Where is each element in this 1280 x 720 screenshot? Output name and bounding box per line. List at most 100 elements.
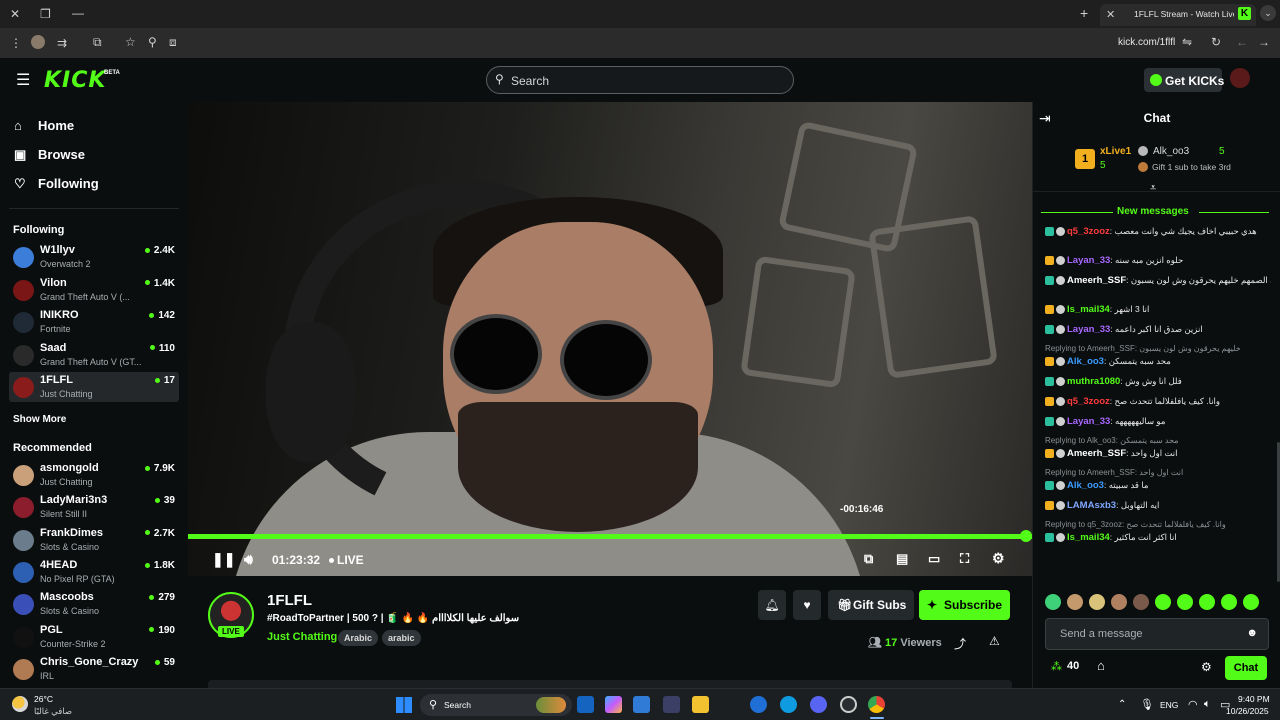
emoji-icon[interactable]: ☻ <box>1246 627 1258 639</box>
settings-icon[interactable]: ⚙ <box>992 550 1005 567</box>
chat-message[interactable]: q5_3zooz: وانا. كيف يافلفلالما تتحدث صح <box>1045 396 1271 407</box>
chrome-icon[interactable] <box>868 696 885 713</box>
forward-icon[interactable]: ← <box>1236 35 1248 49</box>
chat-message[interactable]: muthra1080: فلل انا وش وش <box>1045 376 1271 387</box>
sidebar-channel[interactable]: Saad Grand Theft Auto V (GT... 110 <box>9 340 179 370</box>
search-input[interactable]: ⚲ Search <box>486 66 794 94</box>
chat-send-button[interactable]: Chat <box>1225 656 1267 680</box>
chat-message[interactable]: Alk_oo3: محد سبه يتمسكن <box>1045 356 1271 367</box>
language-indicator[interactable]: ENG <box>1160 700 1178 710</box>
share-page-icon[interactable]: ⧈ <box>169 35 177 49</box>
taskbar-search[interactable]: ⚲ Search <box>420 694 572 716</box>
microphone-icon[interactable]: 🎙︎ <box>1140 698 1154 711</box>
sidebar-channel[interactable]: INIKRO Fortnite 142 <box>9 307 179 337</box>
tag-arabic[interactable]: arabic <box>382 630 421 646</box>
show-more-link[interactable]: Show More <box>13 414 66 425</box>
url-text[interactable]: kick.com/1flfl <box>1118 37 1176 48</box>
chat-settings-icon[interactable]: ⚙ <box>1201 660 1212 674</box>
discord-icon[interactable] <box>810 696 827 713</box>
sidebar-channel[interactable]: 4HEAD No Pixel RP (GTA) 1.8K <box>9 557 179 587</box>
chat-message[interactable]: q5_3zooz: هدي حبيبي اخاف يجيك شي وانت مع… <box>1045 226 1271 237</box>
wifi-icon[interactable]: ◠ <box>1188 698 1198 711</box>
sidebar-channel[interactable]: LadyMari3n3 Silent Still II 39 <box>9 492 179 522</box>
zoom-icon[interactable]: ⚲ <box>148 35 157 49</box>
chat-username[interactable]: Alk_oo3 <box>1067 356 1104 367</box>
chat-message[interactable]: Is_mail34: انا 3 اشهر <box>1045 304 1271 315</box>
gift-leaderboard[interactable]: 1 xLive1 5 Alk_oo3 5 Gift 1 sub to take … <box>1033 142 1280 192</box>
emote-icon[interactable] <box>1243 594 1259 610</box>
chat-message[interactable]: Ameerh_SSF: ما عاش ولا كان الي يسبك الصم… <box>1045 275 1271 286</box>
volume-icon[interactable]: 🔊︎ <box>244 551 253 568</box>
emote-icon[interactable] <box>1199 594 1215 610</box>
chat-username[interactable]: Alk_oo3 <box>1067 480 1104 491</box>
edge-icon[interactable] <box>780 696 797 713</box>
fullscreen-icon[interactable]: ⛶ <box>960 551 969 567</box>
reload-icon[interactable]: ↻ <box>1211 35 1221 49</box>
store-icon[interactable] <box>663 696 680 713</box>
file-explorer-icon[interactable] <box>692 696 709 713</box>
sidebar-channel[interactable]: asmongold Just Chatting 7.9K <box>9 460 179 490</box>
streamer-name[interactable]: 1FLFL <box>267 592 312 609</box>
profile-icon[interactable] <box>31 35 45 49</box>
chat-message[interactable]: Layan_33: مو ساليهههههه <box>1045 416 1271 427</box>
sidebar-channel[interactable]: Mascoobs Slots & Casino 279 <box>9 589 179 619</box>
outlook-icon[interactable] <box>577 696 594 713</box>
tab-active[interactable]: ✕ 1FLFL Stream - Watch Live o K <box>1100 4 1256 26</box>
clock-time[interactable]: 9:40 PM <box>1238 694 1270 704</box>
user-avatar[interactable] <box>1230 68 1250 88</box>
subscribe-button[interactable]: ✦ Subscribe <box>919 590 1010 620</box>
emote-icon[interactable] <box>1067 594 1083 610</box>
chat-message[interactable]: LAMAsxb3: ايه التهاوبل <box>1045 500 1271 511</box>
chat-username[interactable]: Layan_33 <box>1067 255 1110 266</box>
close-tab-icon[interactable]: ✕ <box>1106 8 1115 22</box>
send-message-input[interactable]: Send a message ☻ <box>1045 618 1269 650</box>
seek-bar[interactable] <box>188 530 1032 542</box>
emote-icon[interactable] <box>1089 594 1105 610</box>
copilot-icon[interactable] <box>605 696 622 713</box>
sidebar-channel[interactable]: Chris_Gone_Crazy IRL 59 <box>9 654 179 684</box>
restore-icon[interactable]: ❐ <box>40 7 51 21</box>
kick-logo[interactable]: KICK <box>44 68 106 93</box>
close-window-icon[interactable]: ✕ <box>10 7 20 21</box>
sidebar-channel[interactable]: PGL Counter-Strike 2 190 <box>9 622 179 652</box>
chat-message[interactable]: Is_mail34: انا اكثر انت ماكثير <box>1045 532 1271 543</box>
chat-message[interactable]: Alk_oo3: ما قد سبيته <box>1045 480 1271 491</box>
chat-username[interactable]: Is_mail34 <box>1067 532 1110 543</box>
live-indicator[interactable]: LIVE <box>329 553 364 567</box>
share-icon[interactable]: ⤴ <box>954 635 966 652</box>
app-icon[interactable] <box>750 696 767 713</box>
sidebar-item-browse[interactable]: ▣ Browse <box>14 147 85 163</box>
speaker-icon[interactable]: 🔈︎ <box>1204 698 1211 711</box>
sidebar-item-following[interactable]: ♡ Following <box>14 176 99 192</box>
pin-icon[interactable]: ⩡ <box>1150 182 1156 195</box>
stream-category[interactable]: Just Chatting <box>267 631 337 643</box>
notification-bell-button[interactable]: 🔔︎ <box>758 590 786 620</box>
site-settings-icon[interactable]: ⇋ <box>1182 35 1192 49</box>
weather-icon[interactable] <box>12 696 28 712</box>
follow-button[interactable]: ♥ <box>793 590 821 620</box>
chat-username[interactable]: Is_mail34 <box>1067 304 1110 315</box>
emote-icon[interactable] <box>1133 594 1149 610</box>
app-icon[interactable] <box>840 696 857 713</box>
chat-username[interactable]: q5_3zooz <box>1067 396 1110 407</box>
tray-chevron-icon[interactable]: ⌃ <box>1118 699 1126 710</box>
star-icon[interactable]: ☆ <box>125 35 136 49</box>
hamburger-menu-icon[interactable]: ☰ <box>16 70 30 90</box>
reply-context[interactable]: Replying to Ameerh_SSF: خليهم يحرقون وش … <box>1045 344 1271 353</box>
sidebar-channel[interactable]: FrankDimes Slots & Casino 2.7K <box>9 525 179 555</box>
tag-arabic[interactable]: Arabic <box>338 630 379 646</box>
back-icon[interactable]: → <box>1258 35 1270 49</box>
tab-list-icon[interactable]: ⌄ <box>1260 5 1276 21</box>
chat-username[interactable]: LAMAsxb3 <box>1067 500 1116 511</box>
seek-bar-handle[interactable] <box>1020 530 1032 542</box>
emote-icon[interactable] <box>1155 594 1171 610</box>
store-icon[interactable]: ⌂ <box>1097 658 1105 673</box>
reply-context[interactable]: Replying to q5_3zooz: وانا. كيف يافلفلال… <box>1045 520 1271 529</box>
chat-message[interactable]: Layan_33: حلوه انزين مبه سنه <box>1045 255 1271 266</box>
menu-dots-icon[interactable]: ⋮ <box>10 36 22 50</box>
add-tab-icon[interactable]: + <box>1080 6 1088 20</box>
chat-username[interactable]: q5_3zooz <box>1067 226 1110 237</box>
extensions-icon[interactable]: ⧉ <box>93 35 102 49</box>
get-kicks-button[interactable]: Get KICKs <box>1144 68 1224 92</box>
start-icon[interactable] <box>396 697 412 713</box>
